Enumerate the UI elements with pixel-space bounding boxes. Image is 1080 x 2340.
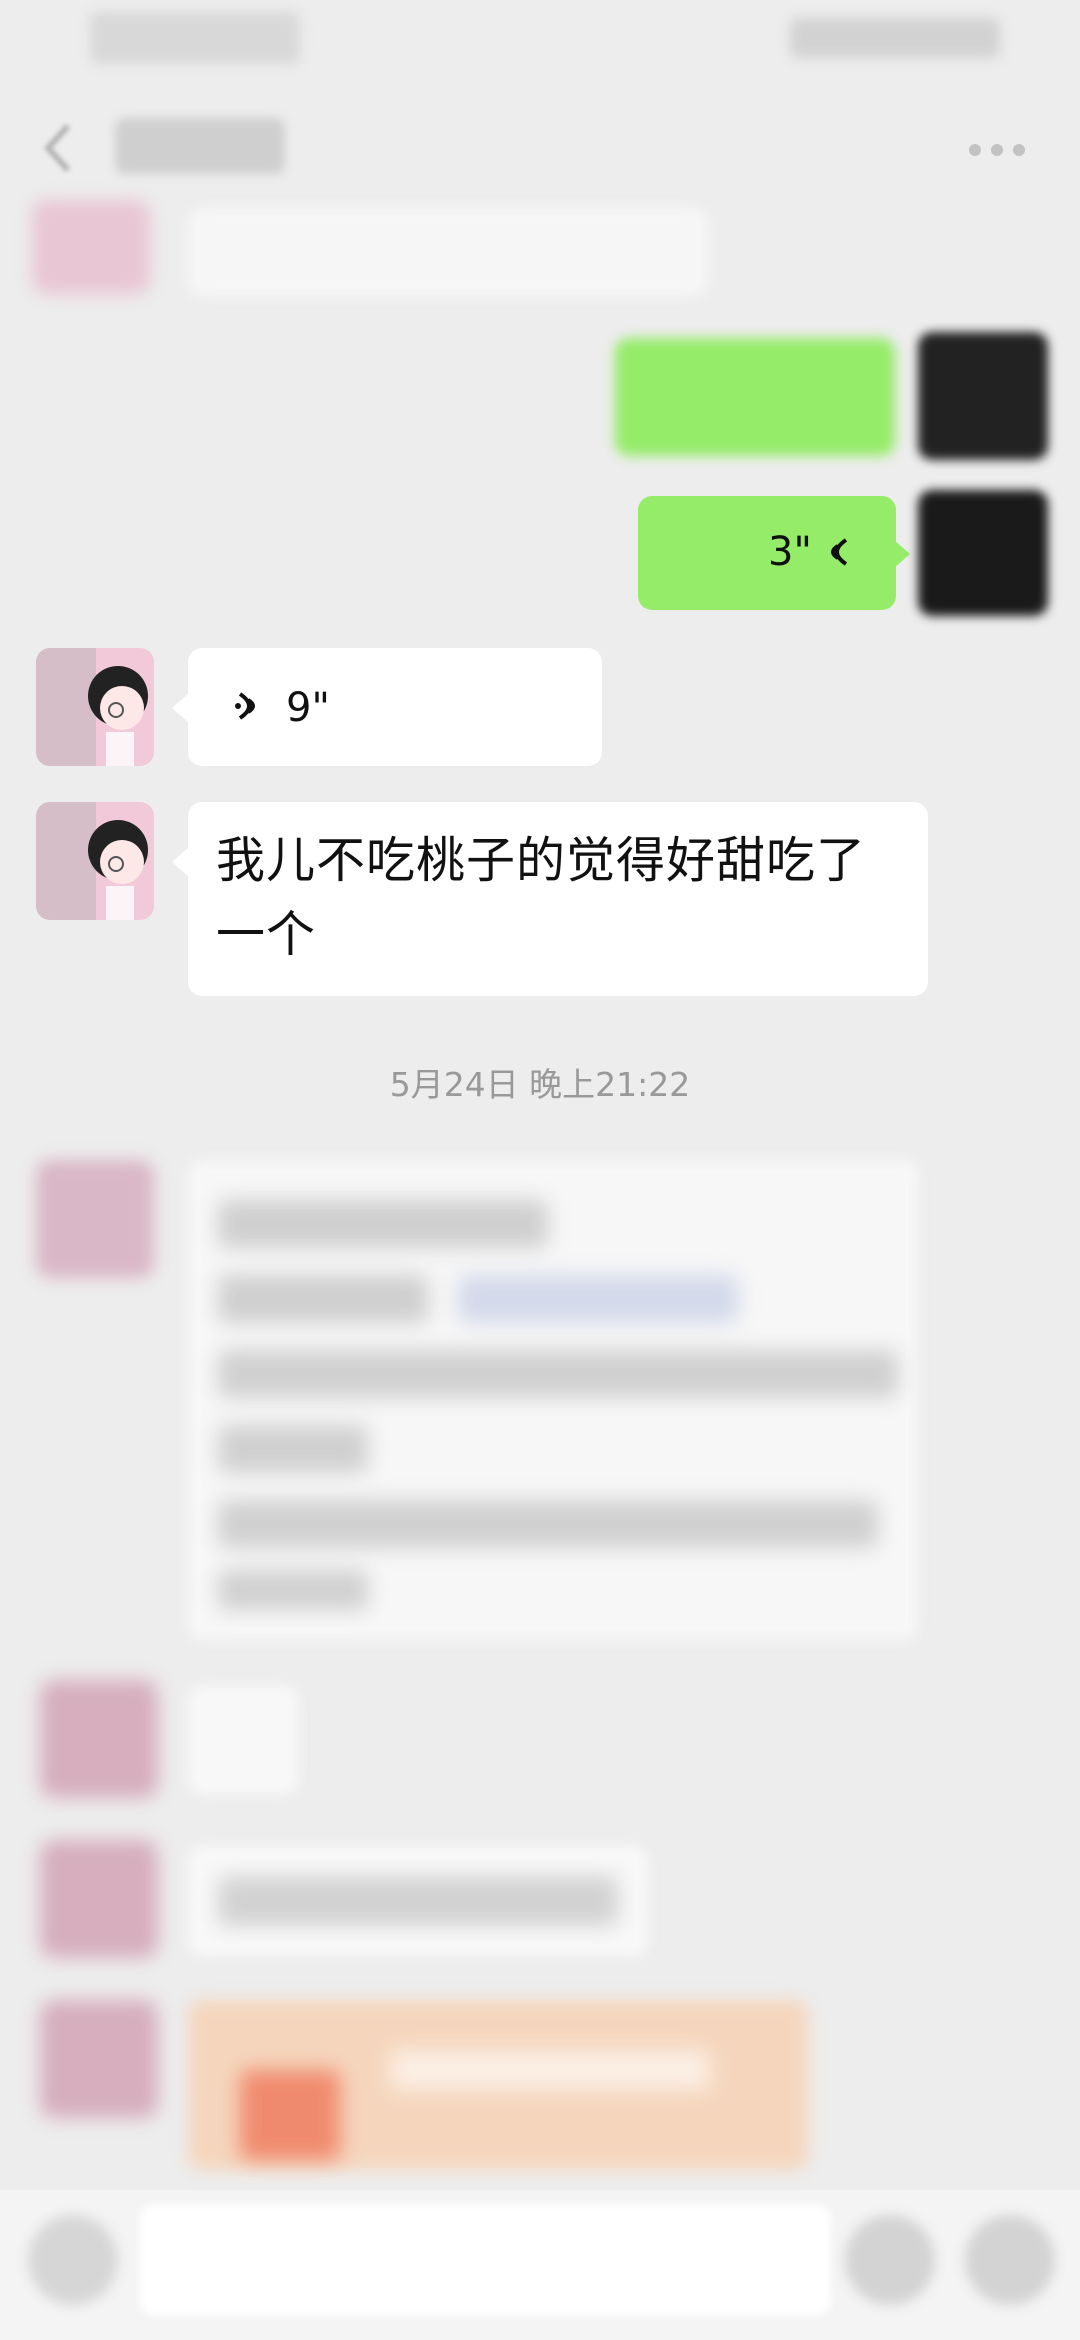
- message-input[interactable]: [140, 2205, 830, 2315]
- my-avatar[interactable]: [918, 332, 1048, 460]
- blurred-text-line: [218, 1876, 618, 1926]
- contact-avatar-blurred[interactable]: [36, 1160, 154, 1278]
- card-thumb-blurred: [240, 2070, 340, 2160]
- emoji-button[interactable]: [845, 2215, 935, 2305]
- back-arrow-icon[interactable]: [38, 118, 78, 178]
- voice-wave-icon: [831, 538, 848, 566]
- incoming-voice-bubble[interactable]: 9": [188, 648, 602, 766]
- voice-input-button[interactable]: [28, 2215, 118, 2305]
- outgoing-voice-bubble[interactable]: 3": [638, 496, 896, 610]
- status-left-blurred: [90, 12, 300, 64]
- contact-avatar[interactable]: [36, 802, 154, 920]
- contact-avatar-blurred[interactable]: [40, 2000, 158, 2118]
- contact-avatar-blurred[interactable]: [40, 1680, 158, 1798]
- card-text-blurred: [390, 2050, 710, 2090]
- plus-button[interactable]: [965, 2215, 1055, 2305]
- status-right-blurred: [790, 18, 1000, 58]
- message-bubble-blurred: [188, 1686, 298, 1794]
- contact-avatar[interactable]: [36, 648, 154, 766]
- bubble-tail: [172, 848, 188, 876]
- my-avatar[interactable]: [918, 490, 1048, 616]
- message-bubble-blurred: [188, 208, 708, 296]
- bubble-tail: [894, 540, 910, 568]
- more-dots-icon[interactable]: [965, 140, 1029, 160]
- contact-avatar-blurred[interactable]: [40, 1840, 158, 1958]
- status-bar: [0, 0, 1080, 80]
- voice-duration: 9": [286, 685, 330, 731]
- outgoing-voice-bubble-blurred[interactable]: [615, 338, 895, 456]
- message-text: 我儿不吃桃子的觉得好甜吃了一个: [216, 832, 867, 963]
- bubble-tail: [172, 694, 188, 722]
- incoming-text-bubble[interactable]: 我儿不吃桃子的觉得好甜吃了一个: [188, 802, 928, 996]
- timestamp: 5月24日 晚上21:22: [389, 1065, 691, 1104]
- blurred-text-lines: [218, 1190, 898, 1610]
- voice-duration: 3": [768, 529, 812, 575]
- voice-wave-icon: [235, 692, 255, 720]
- avatar[interactable]: [32, 200, 150, 294]
- chat-title-blurred: [115, 118, 285, 174]
